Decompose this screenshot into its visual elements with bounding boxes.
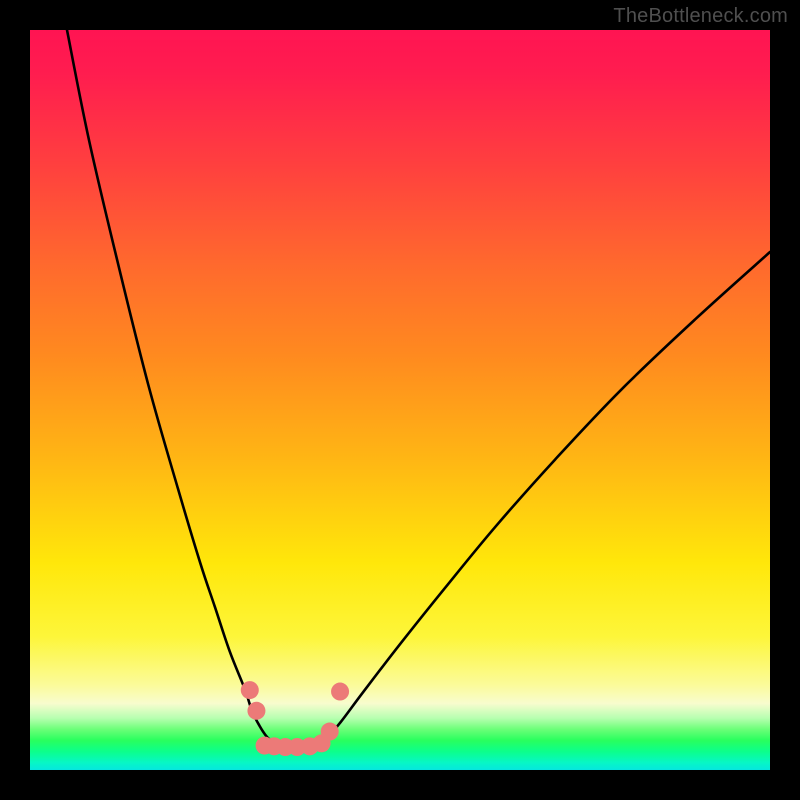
bottleneck-curve-left (67, 30, 274, 743)
bottleneck-curve-right (326, 252, 770, 739)
curve-marker (247, 702, 265, 720)
watermark-text: TheBottleneck.com (613, 5, 788, 28)
curve-markers (241, 681, 349, 756)
curve-marker (241, 681, 259, 699)
curve-marker (331, 683, 349, 701)
curve-marker (321, 723, 339, 741)
chart-frame: TheBottleneck.com (0, 0, 800, 800)
curve-layer (30, 30, 770, 770)
plot-area (30, 30, 770, 770)
